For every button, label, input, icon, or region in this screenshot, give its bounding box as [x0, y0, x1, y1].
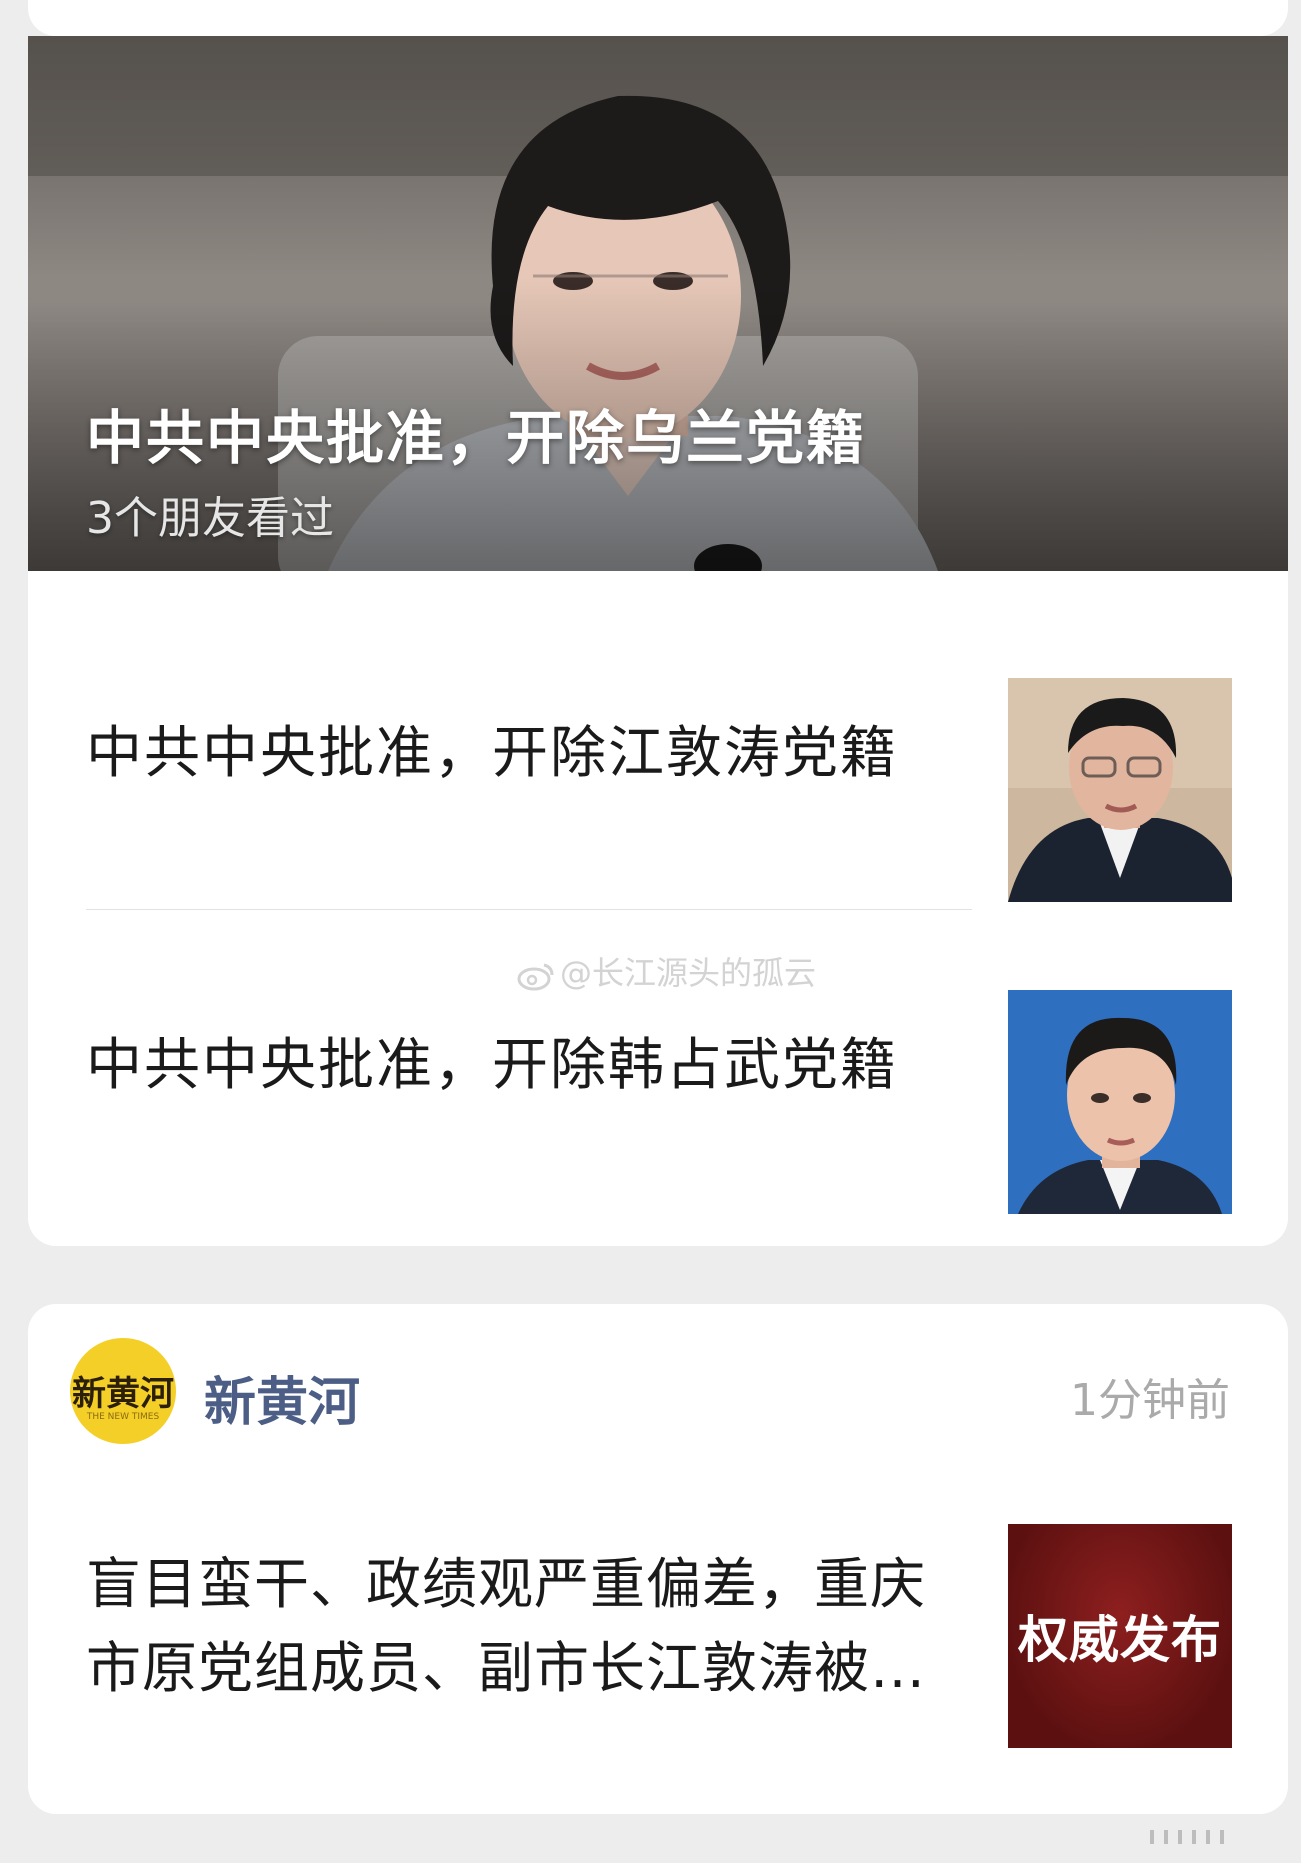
post-card[interactable]: 新黄河 THE NEW TIMES 新黄河 1分钟前 盲目蛮干、政绩观严重偏差，… [28, 1304, 1288, 1814]
source-avatar[interactable]: 新黄河 THE NEW TIMES [70, 1338, 176, 1444]
article-thumbnail[interactable]: 权威发布 [1008, 1524, 1232, 1748]
previous-card-bottom [28, 0, 1288, 36]
article-title-line: 市原党组成员、副市长江敦涛被… [86, 1636, 927, 1700]
news-thumbnail[interactable] [1008, 678, 1232, 902]
portrait-photo-icon [1008, 678, 1232, 902]
thumbnail-text: 权威发布 [1018, 1611, 1222, 1669]
list-item[interactable]: 中共中央批准，开除韩占武党籍 [28, 908, 1288, 1218]
scroll-indicator-icon [1150, 1830, 1224, 1844]
hero-friends-viewed: 3个朋友看过 [86, 493, 334, 544]
article-title-line: 盲目蛮干、政绩观严重偏差，重庆 [86, 1552, 927, 1616]
hero-title[interactable]: 中共中央批准，开除乌兰党籍 [86, 391, 866, 475]
source-logo-sub: THE NEW TIMES [86, 1412, 160, 1422]
post-time: 1分钟前 [1070, 1375, 1230, 1426]
news-title[interactable]: 中共中央批准，开除江敦涛党籍 [86, 708, 898, 789]
news-card: 中共中央批准，开除乌兰党籍 3个朋友看过 中共中央批准，开除江敦涛党籍 @长江源… [28, 36, 1288, 1246]
portrait-photo-icon [1008, 990, 1232, 1214]
source-logo-text: 新黄河 [72, 1374, 174, 1414]
hero-article[interactable]: 中共中央批准，开除乌兰党籍 3个朋友看过 [28, 36, 1288, 571]
news-thumbnail[interactable] [1008, 990, 1232, 1214]
list-item[interactable]: 中共中央批准，开除江敦涛党籍 [28, 596, 1288, 906]
news-title[interactable]: 中共中央批准，开除韩占武党籍 [86, 1020, 898, 1101]
source-name[interactable]: 新黄河 [204, 1360, 360, 1435]
article-title[interactable]: 盲目蛮干、政绩观严重偏差，重庆 市原党组成员、副市长江敦涛被… [86, 1542, 1006, 1710]
